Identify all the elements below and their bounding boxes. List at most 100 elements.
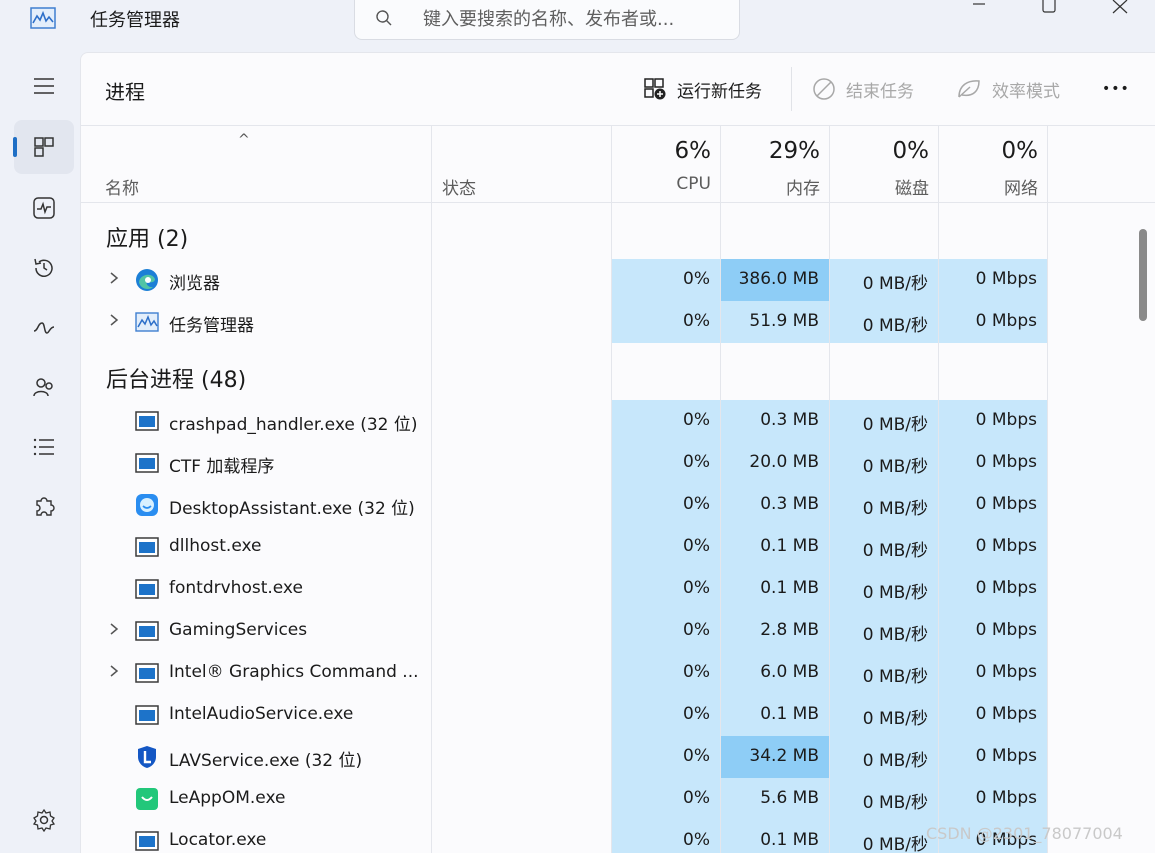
end-task-button[interactable]: 结束任务	[812, 73, 914, 105]
window-icon	[135, 451, 159, 475]
cpu-cell: 0%	[612, 484, 720, 526]
shield-icon	[135, 745, 159, 769]
disk-cell: 0 MB/秒	[830, 610, 938, 652]
memory-cell: 0.3 MB	[721, 400, 829, 442]
run-new-task-button[interactable]: 运行新任务	[643, 73, 762, 105]
processes-panel: 进程 运行新任务 结束任务 效率模式 ••• ^ 名称 状态 6% CPU 29…	[80, 52, 1155, 853]
navigation-rail	[0, 48, 82, 853]
chevron-right-icon[interactable]	[108, 271, 120, 285]
disk-cell: 0 MB/秒	[830, 526, 938, 568]
chevron-right-icon[interactable]	[108, 664, 120, 678]
nav-details[interactable]	[14, 420, 74, 474]
vertical-scrollbar[interactable]	[1135, 203, 1155, 853]
search-icon	[376, 10, 392, 26]
chevron-right-icon[interactable]	[108, 313, 120, 327]
process-name: 浏览器	[169, 274, 220, 294]
disk-total: 0%	[892, 138, 930, 164]
window-icon	[135, 535, 159, 559]
nav-settings[interactable]	[14, 793, 74, 847]
sort-up-icon[interactable]: ^	[238, 132, 250, 148]
process-name: crashpad_handler.exe (32 位)	[169, 415, 418, 435]
efficiency-mode-button[interactable]: 效率模式	[956, 73, 1060, 105]
cpu-cell: 0%	[612, 400, 720, 442]
network-cell: 0 Mbps	[939, 736, 1047, 778]
column-name[interactable]: 名称	[105, 174, 139, 199]
disk-cell: 0 MB/秒	[830, 301, 938, 343]
column-status[interactable]: 状态	[442, 174, 476, 199]
hamburger-menu-button[interactable]	[14, 59, 74, 113]
title-bar: 任务管理器	[0, 0, 1155, 48]
process-row[interactable]: 任务管理器 0% 51.9 MB 0 MB/秒 0 Mbps	[81, 301, 1131, 343]
edge-icon	[135, 268, 159, 292]
disk-cell: 0 MB/秒	[830, 652, 938, 694]
group-header-background[interactable]: 后台进程 (48)	[106, 362, 246, 394]
search-input[interactable]	[423, 6, 723, 32]
process-row[interactable]: IntelAudioService.exe 0% 0.1 MB 0 MB/秒 0 Mbp…	[81, 694, 1131, 736]
cpu-cell: 0%	[612, 259, 720, 301]
process-name: CTF 加载程序	[169, 457, 275, 477]
cpu-cell: 0%	[612, 820, 720, 853]
group-header-apps[interactable]: 应用 (2)	[106, 221, 188, 253]
close-button[interactable]	[1097, 0, 1143, 18]
process-row[interactable]: CTF 加载程序 0% 20.0 MB 0 MB/秒 0 Mbps	[81, 442, 1131, 484]
toolbar: 进程 运行新任务 结束任务 效率模式 •••	[81, 53, 1155, 125]
run-new-task-label: 运行新任务	[677, 81, 762, 102]
network-total: 0%	[1001, 138, 1039, 164]
process-row[interactable]: GamingServices 0% 2.8 MB 0 MB/秒 0 Mbps	[81, 610, 1131, 652]
nav-startup-apps[interactable]	[14, 300, 74, 354]
disk-cell: 0 MB/秒	[830, 568, 938, 610]
process-row[interactable]: 浏览器 0% 386.0 MB 0 MB/秒 0 Mbps	[81, 259, 1131, 301]
process-name: LAVService.exe (32 位)	[169, 751, 363, 771]
end-task-icon	[813, 78, 835, 100]
users-icon	[33, 378, 53, 397]
process-name: Intel® Graphics Command ...	[169, 662, 419, 682]
memory-cell: 0.1 MB	[721, 568, 829, 610]
network-cell: 0 Mbps	[939, 400, 1047, 442]
process-row[interactable]: DesktopAssistant.exe (32 位) 0% 0.3 MB 0 MB/…	[81, 484, 1131, 526]
network-cell: 0 Mbps	[939, 442, 1047, 484]
memory-cell: 20.0 MB	[721, 442, 829, 484]
cpu-label: CPU	[676, 174, 711, 194]
toolbar-separator	[791, 67, 792, 111]
app-title: 任务管理器	[90, 10, 180, 31]
window-icon	[135, 661, 159, 685]
network-cell: 0 Mbps	[939, 526, 1047, 568]
cpu-cell: 0%	[612, 301, 720, 343]
memory-cell: 386.0 MB	[721, 259, 829, 301]
window-icon	[135, 619, 159, 643]
memory-cell: 2.8 MB	[721, 610, 829, 652]
memory-cell: 34.2 MB	[721, 736, 829, 778]
memory-cell: 5.6 MB	[721, 778, 829, 820]
task-manager-icon	[135, 310, 159, 334]
process-name: Locator.exe	[169, 830, 267, 850]
nav-services[interactable]	[14, 480, 74, 534]
nav-app-history[interactable]	[14, 241, 74, 295]
assistant-icon	[135, 493, 159, 517]
process-row[interactable]: crashpad_handler.exe (32 位) 0% 0.3 MB 0 MB/…	[81, 400, 1131, 442]
process-row[interactable]: dllhost.exe 0% 0.1 MB 0 MB/秒 0 Mbps	[81, 526, 1131, 568]
minimize-button[interactable]	[955, 0, 1001, 18]
network-cell: 0 Mbps	[939, 568, 1047, 610]
table-header: ^ 名称 状态 6% CPU 29% 内存 0% 磁盘 0% 网络	[81, 125, 1155, 203]
nav-users[interactable]	[14, 360, 74, 414]
disk-cell: 0 MB/秒	[830, 400, 938, 442]
network-cell: 0 Mbps	[939, 484, 1047, 526]
nav-processes[interactable]	[13, 120, 74, 174]
process-name: DesktopAssistant.exe (32 位)	[169, 499, 415, 519]
process-row[interactable]: fontdrvhost.exe 0% 0.1 MB 0 MB/秒 0 Mbps	[81, 568, 1131, 610]
scrollbar-thumb[interactable]	[1139, 229, 1147, 321]
end-task-label: 结束任务	[846, 81, 914, 102]
run-new-task-icon	[644, 78, 666, 100]
process-row[interactable]: LAVService.exe (32 位) 0% 34.2 MB 0 MB/秒 0 Mb…	[81, 736, 1131, 778]
network-cell: 0 Mbps	[939, 610, 1047, 652]
process-row[interactable]: LeAppOM.exe 0% 5.6 MB 0 MB/秒 0 Mbps	[81, 778, 1131, 820]
window-icon	[135, 703, 159, 727]
search-box[interactable]	[354, 0, 740, 40]
process-row[interactable]: Intel® Graphics Command ... 0% 6.0 MB 0 MB/…	[81, 652, 1131, 694]
nav-performance[interactable]	[14, 181, 74, 235]
chevron-right-icon[interactable]	[108, 622, 120, 636]
maximize-button[interactable]	[1026, 0, 1072, 18]
network-cell: 0 Mbps	[939, 694, 1047, 736]
disk-cell: 0 MB/秒	[830, 484, 938, 526]
more-options-button[interactable]: •••	[1102, 73, 1130, 105]
